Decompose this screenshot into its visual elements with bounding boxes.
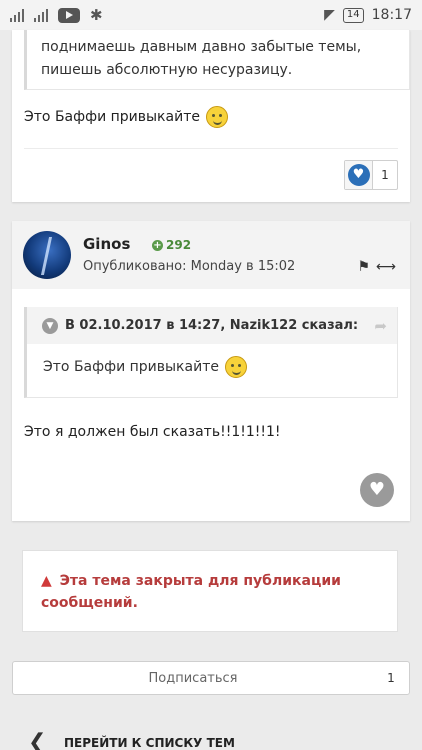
- post-text: Это Баффи привыкайте: [24, 109, 200, 125]
- chevron-left-icon: ❮: [28, 730, 47, 750]
- reputation-badge: + 292: [152, 238, 191, 252]
- post-body: Это Баффи привыкайте: [24, 106, 228, 128]
- like-heart-button[interactable]: ♥: [360, 473, 394, 507]
- status-bar: ✱ ◤ 14 18:17: [0, 0, 422, 30]
- quote-header: ▼ В 02.10.2017 в 14:27, Nazik122 сказал:…: [27, 307, 397, 344]
- avatar[interactable]: [23, 231, 71, 279]
- quote-line: пишешь абсолютную несуразицу.: [41, 62, 293, 78]
- wifi-icon: ◤: [324, 7, 335, 23]
- quote-block: поднимаешь давным давно забытые темы, пи…: [24, 30, 410, 90]
- battery-icon: 14: [342, 7, 364, 23]
- reputation-value: 292: [166, 238, 192, 252]
- warning-icon: ▲: [41, 573, 52, 589]
- subscriber-count: 1: [387, 671, 395, 685]
- post-body: Это я должен был сказать!!1!1!!1!: [24, 424, 281, 440]
- author-name[interactable]: Ginos: [83, 235, 130, 253]
- go-to-quote-icon[interactable]: ➦: [374, 317, 387, 335]
- quote-citation: В 02.10.2017 в 14:27, Nazik122 сказал:: [65, 318, 359, 333]
- post-header: Ginos + 292 Опубликовано: Monday в 15:02…: [12, 221, 410, 289]
- heart-icon: ♥: [345, 161, 373, 189]
- flag-icon[interactable]: ⚑: [357, 259, 370, 275]
- chevron-down-icon[interactable]: ▼: [42, 317, 58, 334]
- quote-block: ▼ В 02.10.2017 в 14:27, Nazik122 сказал:…: [24, 307, 398, 398]
- go-to-list-label: ПЕРЕЙТИ К СПИСКУ ТЕМ: [64, 735, 235, 750]
- divider: [24, 148, 398, 149]
- wink-emoji-icon: [224, 356, 247, 378]
- topic-locked-notice: ▲ Эта тема закрыта для публикации сообще…: [22, 550, 398, 632]
- reaction-count: 1: [381, 168, 389, 182]
- subscribe-label: Подписаться: [148, 670, 238, 686]
- signal-icon: [10, 8, 24, 22]
- subscribe-button[interactable]: Подписаться 1: [12, 661, 410, 695]
- quote-line: поднимаешь давным давно забытые темы,: [41, 39, 362, 55]
- go-to-topic-list-link[interactable]: ❮ ПЕРЕЙТИ К СПИСКУ ТЕМ: [28, 730, 235, 750]
- clock: 18:17: [371, 7, 412, 23]
- gamepad-icon: ✱: [90, 6, 103, 24]
- wink-emoji-icon: [205, 106, 228, 128]
- post-card-2: Ginos + 292 Опубликовано: Monday в 15:02…: [12, 221, 410, 521]
- reaction-button[interactable]: ♥ 1: [344, 160, 398, 190]
- publish-date[interactable]: Опубликовано: Monday в 15:02: [83, 259, 295, 274]
- quote-text: Это Баффи привыкайте: [43, 359, 219, 375]
- share-icon[interactable]: ⟷: [376, 259, 396, 275]
- signal-icon-2: [34, 8, 48, 22]
- post-card-1: поднимаешь давным давно забытые темы, пи…: [12, 30, 410, 202]
- plus-icon: +: [152, 239, 163, 251]
- youtube-icon: [58, 7, 80, 23]
- locked-message: Эта тема закрыта для публикации сообщени…: [41, 573, 341, 611]
- quote-content: Это Баффи привыкайте: [27, 344, 397, 390]
